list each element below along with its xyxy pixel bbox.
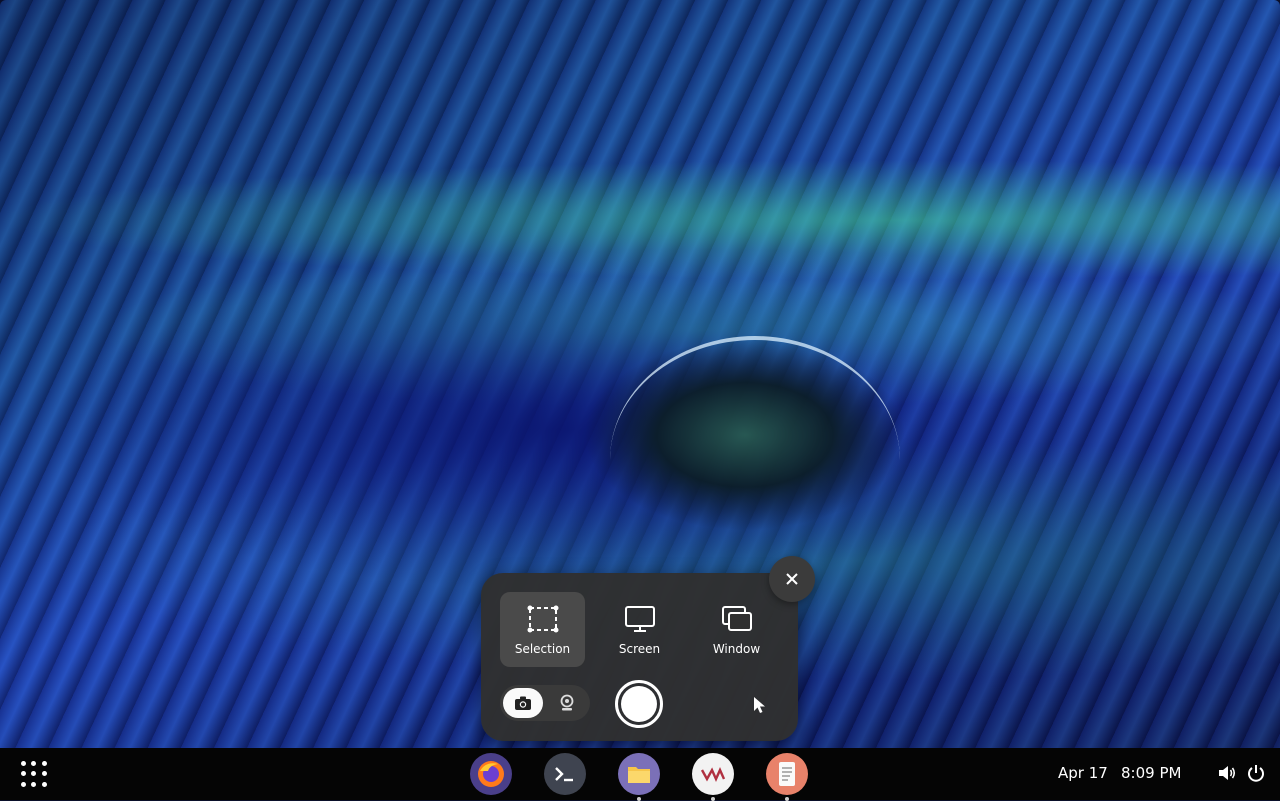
screenshot-type-button[interactable]	[503, 688, 543, 718]
window-icon	[721, 606, 752, 631]
capture-circle-icon	[621, 686, 657, 722]
dock-firefox[interactable]	[470, 753, 512, 795]
screen-mode-button[interactable]: Screen	[597, 592, 682, 667]
capture-type-toggle	[500, 685, 590, 721]
files-icon	[628, 767, 650, 783]
window-mode-button[interactable]: Window	[694, 592, 779, 667]
volume-button[interactable]	[1216, 762, 1238, 784]
app-grid-icon	[20, 760, 26, 766]
screencast-type-button[interactable]	[547, 688, 587, 718]
running-indicator	[785, 797, 789, 801]
power-menu-button[interactable]	[1245, 762, 1267, 784]
monitor-icon	[624, 606, 655, 632]
dock-vm[interactable]	[692, 753, 734, 801]
dock	[470, 753, 808, 801]
time-label[interactable]: 8:09 PM	[1121, 764, 1181, 782]
screen-mode-label: Screen	[618, 642, 661, 656]
dock-text-editor[interactable]	[766, 753, 808, 801]
power-icon	[1248, 765, 1264, 782]
capture-button[interactable]	[615, 680, 663, 728]
terminal-icon	[555, 767, 573, 782]
text-editor-icon	[779, 762, 795, 786]
running-indicator	[711, 797, 715, 801]
selection-mode-label: Selection	[514, 642, 571, 656]
dock-files[interactable]	[618, 753, 660, 801]
date-label[interactable]: Apr 17	[1058, 764, 1108, 782]
show-pointer-toggle[interactable]	[744, 690, 774, 720]
taskbar: Apr 17 8:09 PM	[0, 748, 1280, 801]
vm-icon	[700, 767, 726, 782]
volume-icon	[1219, 766, 1236, 780]
window-mode-label: Window	[712, 642, 761, 656]
running-indicator	[637, 797, 641, 801]
selection-icon	[527, 605, 558, 633]
show-apps-button[interactable]	[20, 760, 48, 788]
pointer-icon	[754, 697, 765, 713]
close-icon	[786, 573, 798, 585]
screenshot-panel: Selection Screen Window	[481, 573, 798, 741]
water-drop-highlight	[610, 336, 900, 460]
close-screenshot-button[interactable]	[769, 556, 815, 602]
camera-icon	[515, 696, 531, 710]
webcam-icon	[560, 694, 574, 711]
dock-terminal[interactable]	[544, 753, 586, 795]
selection-mode-button[interactable]: Selection	[500, 592, 585, 667]
firefox-icon	[478, 761, 504, 787]
